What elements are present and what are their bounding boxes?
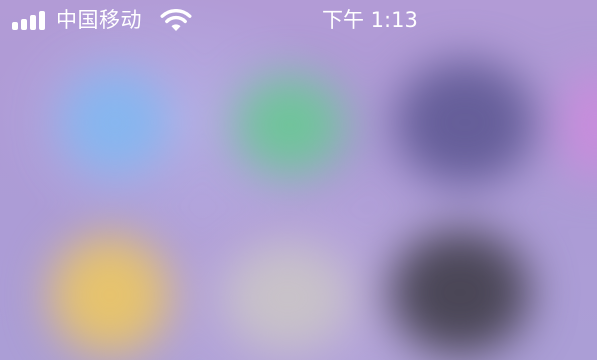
blurred-app-icon-2[interactable] (235, 75, 345, 175)
status-bar: 中国移动 下午 1:13 (0, 0, 597, 40)
wifi-icon (160, 9, 192, 31)
carrier-name: 中国移动 (56, 8, 142, 32)
edge-glow (560, 70, 597, 180)
blurred-app-icon-1[interactable] (60, 70, 170, 175)
blurred-app-icon-6[interactable] (390, 230, 530, 355)
status-time: 下午 1:13 (322, 8, 418, 32)
blurred-app-grid (0, 0, 597, 360)
cellular-signal-icon (12, 9, 48, 30)
home-screen: 中国移动 下午 1:13 (0, 0, 597, 360)
blurred-app-icon-5[interactable] (225, 245, 350, 350)
blurred-app-icon-4[interactable] (50, 235, 170, 355)
blurred-app-icon-3[interactable] (395, 60, 535, 185)
